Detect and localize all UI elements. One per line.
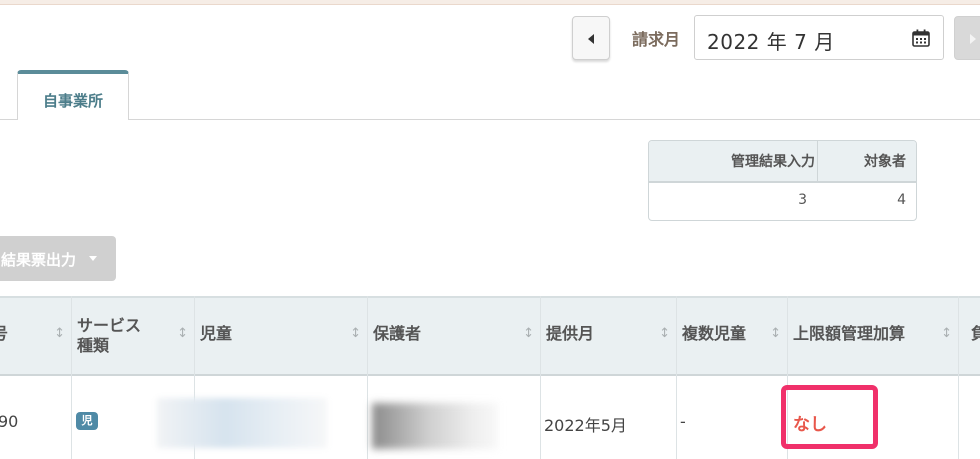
row-multiple-children: -	[680, 412, 686, 431]
row-service-month: 2022年5月	[544, 416, 627, 435]
sort-icon[interactable]: ↕	[177, 326, 188, 341]
tab-own-office-label: 自事業所	[42, 92, 103, 110]
result-output-dropdown[interactable]: 結果票出力	[0, 236, 116, 281]
sort-icon[interactable]: ↕	[941, 326, 952, 341]
sort-icon[interactable]: ↕	[54, 326, 65, 341]
tab-bar-divider	[0, 119, 980, 120]
service-type-badge: 児	[76, 412, 98, 430]
highlight-box	[781, 385, 878, 449]
column-header-upper-limit[interactable]: 上限額管理加算 ↕	[787, 296, 958, 376]
column-header-guardian[interactable]: 保護者 ↕	[367, 296, 540, 376]
row-number: 90	[0, 412, 19, 431]
tab-own-office[interactable]: 自事業所	[17, 70, 129, 120]
sort-icon[interactable]: ↕	[770, 326, 781, 341]
caret-left-icon	[588, 34, 594, 44]
column-divider	[958, 296, 959, 459]
summary-table: 管理結果入力 対象者 3 4	[648, 140, 917, 221]
billing-month-value: 2022 年 7 月	[707, 30, 835, 54]
prev-month-button[interactable]	[572, 16, 610, 60]
guardian-name-redacted	[372, 403, 498, 449]
calendar-icon[interactable]	[911, 28, 931, 52]
column-header-multiple-children[interactable]: 複数児童 ↕	[676, 296, 787, 376]
column-divider	[367, 296, 368, 459]
next-month-button[interactable]	[954, 16, 980, 60]
sort-icon[interactable]: ↕	[659, 326, 670, 341]
result-output-label: 結果票出力	[1, 251, 77, 269]
column-divider	[676, 296, 677, 459]
sort-icon[interactable]: ↕	[350, 326, 361, 341]
column-header-number[interactable]: 番号 ↕	[0, 296, 71, 376]
summary-header-target: 対象者	[864, 154, 906, 170]
caret-right-icon	[970, 34, 976, 44]
child-name-redacted	[157, 398, 327, 448]
column-header-service-month[interactable]: 提供月 ↕	[540, 296, 676, 376]
column-header-child[interactable]: 児童 ↕	[194, 296, 367, 376]
caret-down-icon	[89, 256, 97, 261]
summary-value-target: 4	[897, 192, 906, 208]
column-header-partial[interactable]: 負	[958, 296, 980, 376]
billing-month-label: 請求月	[632, 30, 681, 49]
summary-divider	[817, 141, 818, 181]
column-divider	[71, 296, 72, 459]
summary-header-management: 管理結果入力	[731, 154, 815, 170]
billing-month-input[interactable]: 2022 年 7 月	[694, 15, 944, 60]
column-header-service-type[interactable]: サービス 種類 ↕	[71, 296, 194, 376]
top-border	[0, 0, 980, 5]
summary-value-management: 3	[798, 192, 807, 208]
sort-icon[interactable]: ↕	[523, 326, 534, 341]
column-divider	[540, 296, 541, 459]
